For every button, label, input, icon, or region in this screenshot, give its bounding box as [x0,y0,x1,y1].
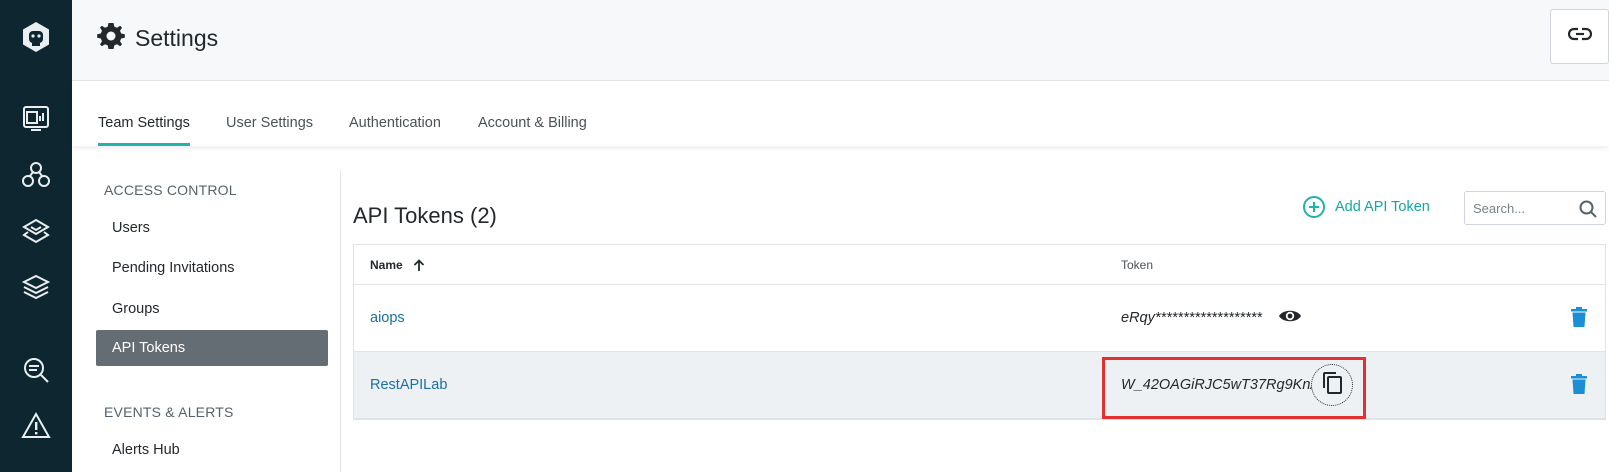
layers-icon[interactable] [0,268,72,308]
copy-link-button[interactable] [1550,9,1609,64]
column-name-label: Name [370,258,403,272]
settings-tabs: Team Settings User Settings Authenticati… [72,81,1609,146]
tokens-heading: API Tokens (2) [353,203,497,228]
sidebar-item-alerts-hub[interactable]: Alerts Hub [96,432,328,468]
search-analytics-icon[interactable] [0,350,72,390]
page-title: Settings [135,25,219,51]
add-api-token-button[interactable]: Add API Token [1303,196,1430,218]
app-rail [0,0,72,472]
add-api-token-label: Add API Token [1335,199,1430,215]
tab-user-settings[interactable]: User Settings [226,115,313,146]
copy-token-button[interactable] [1311,364,1353,406]
title-group: Settings [97,22,218,55]
page-header: Settings [72,0,1609,81]
plus-icon [1303,196,1325,218]
alert-icon[interactable] [0,406,72,446]
column-token: Token [1121,258,1154,272]
logo-icon[interactable] [19,20,53,54]
token-name-link[interactable]: RestAPILab [370,377,447,393]
integrations-icon[interactable] [0,212,72,252]
table-row: RestAPILab W_42OAGiRJC5wT37Rg9KnA [354,352,1605,419]
tab-account-billing[interactable]: Account & Billing [478,115,587,146]
link-icon [1567,27,1592,46]
token-name-link[interactable]: aiops [370,310,405,326]
search-icon[interactable] [1579,200,1597,223]
tab-team-settings[interactable]: Team Settings [98,115,190,146]
gear-icon [97,22,125,55]
sidenav-divider [340,170,341,472]
dashboard-icon[interactable] [0,98,72,138]
sidebar-item-groups[interactable]: Groups [96,291,328,327]
sidebar-item-api-tokens[interactable]: API Tokens [96,330,328,366]
sidebar-item-users[interactable]: Users [96,210,328,246]
table-header: Name Token [354,245,1605,285]
sidebar-item-pending-invitations[interactable]: Pending Invitations [96,250,328,286]
services-icon[interactable] [0,155,72,195]
section-events-alerts: EVENTS & ALERTS [104,404,234,420]
table-row: aiops eRqy******************* [354,285,1605,352]
search-input[interactable] [1465,192,1565,224]
copy-icon [1321,371,1343,400]
trash-icon[interactable] [1571,374,1587,399]
trash-icon[interactable] [1571,307,1587,332]
sort-up-icon [413,258,425,272]
tab-authentication[interactable]: Authentication [349,115,441,146]
section-access-control: ACCESS CONTROL [104,182,237,198]
token-value: eRqy******************* [1121,310,1263,326]
search-box [1464,191,1606,225]
api-tokens-table: Name Token aiops eRqy*******************… [353,244,1606,420]
column-name[interactable]: Name [370,258,425,272]
eye-icon[interactable] [1278,307,1302,330]
